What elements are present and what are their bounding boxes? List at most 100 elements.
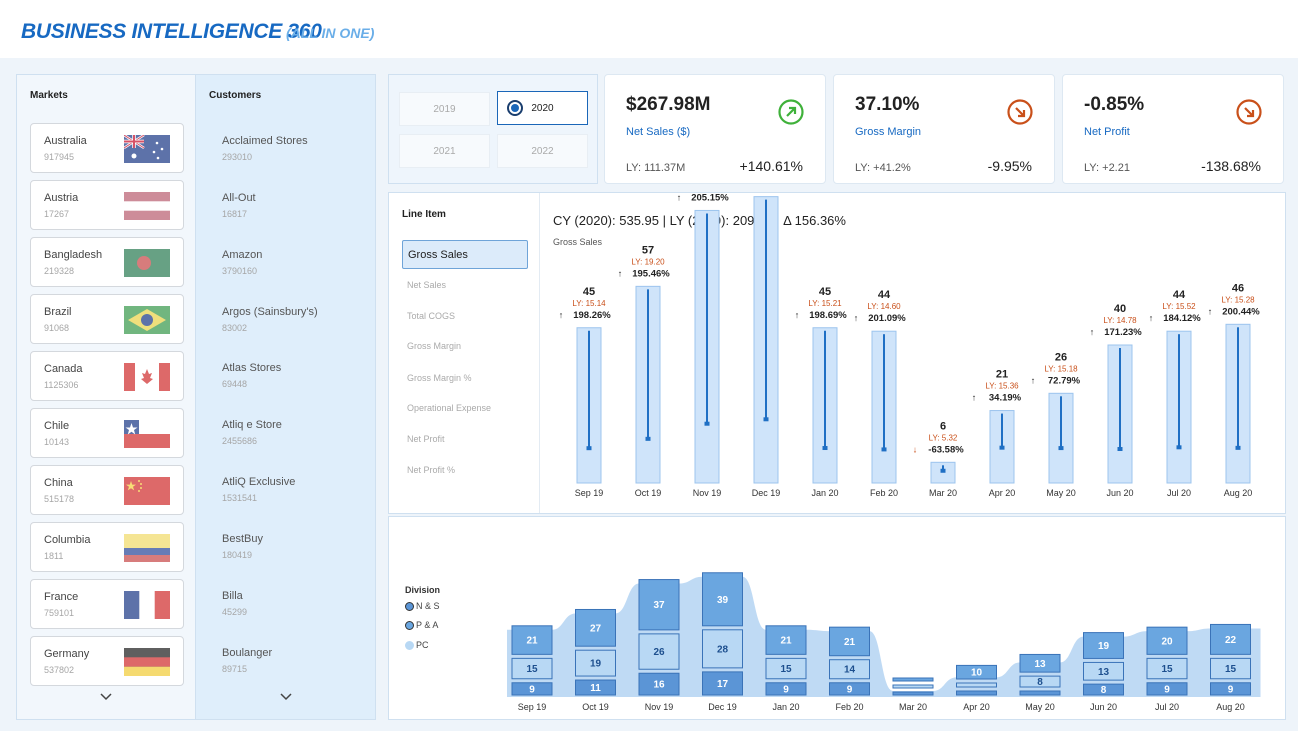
bar-value-label: 21 — [996, 369, 1008, 381]
customer-value: 83002 — [222, 323, 248, 333]
customer-value: 293010 — [222, 152, 253, 162]
ly-marker — [1235, 445, 1241, 450]
market-name: France — [44, 591, 79, 603]
year-button-2019[interactable]: 2019 — [399, 92, 490, 126]
bar-value-label: 46 — [1232, 282, 1244, 294]
market-item-bangladesh[interactable]: Bangladesh 219328 — [30, 237, 184, 287]
customer-item[interactable]: AtliQ Exclusive 1531541 — [222, 476, 295, 503]
market-value: 759101 — [44, 608, 75, 618]
segment-label: 22 — [1225, 635, 1237, 646]
market-item-canada[interactable]: Canada 1125306 — [30, 351, 184, 401]
x-tick-label: Jun 20 — [1106, 488, 1133, 498]
kpi-delta: +140.61% — [739, 158, 803, 174]
market-name: Bangladesh — [44, 249, 103, 261]
customer-value: 16817 — [222, 209, 248, 219]
kpi-card-net-sales[interactable]: $267.98M Net Sales ($) LY: 111.37M +140.… — [604, 74, 826, 184]
customer-name: BestBuy — [222, 533, 263, 545]
market-item-france[interactable]: France 759101 — [30, 579, 184, 629]
arrow-up-icon: ↑ — [1149, 313, 1154, 323]
x-tick-label: Mar 20 — [899, 702, 927, 712]
ly-marker — [1176, 445, 1182, 450]
segment-label: 13 — [1098, 667, 1110, 678]
customer-item[interactable]: Billa 45299 — [222, 590, 247, 617]
market-value: 1125306 — [44, 380, 79, 390]
customer-item[interactable]: All-Out 16817 — [222, 192, 256, 219]
segment-label: 16 — [653, 680, 665, 691]
year-button-2020[interactable]: 2020 — [497, 91, 588, 125]
customer-item[interactable]: Atlas Stores 69448 — [222, 362, 281, 389]
market-item-germany[interactable]: Germany 537802 — [30, 636, 184, 686]
customers-heading: Customers — [209, 90, 262, 101]
segment-label: 11 — [590, 683, 601, 694]
market-item-chile[interactable]: Chile 10143 — [30, 408, 184, 458]
arrow-down-right-icon — [1236, 99, 1262, 125]
customer-item[interactable]: Amazon 3790160 — [222, 249, 262, 276]
bar-value-label: 45 — [819, 286, 831, 298]
segment-label: 13 — [1034, 659, 1046, 670]
segment-label: 9 — [783, 684, 789, 695]
arrow-up-icon: ↑ — [559, 310, 564, 320]
market-name: Germany — [44, 648, 90, 660]
arrow-up-icon: ↑ — [795, 310, 800, 320]
x-tick-label: Jan 20 — [772, 702, 799, 712]
market-name: Columbia — [44, 534, 91, 546]
market-item-china[interactable]: China 515178 — [30, 465, 184, 515]
bar-value-label: 26 — [1055, 351, 1067, 363]
arrow-up-icon: ↑ — [1031, 375, 1036, 385]
segment-label: 39 — [717, 595, 729, 606]
market-item-columbia[interactable]: Columbia 1811 — [30, 522, 184, 572]
customer-value: 2455686 — [222, 436, 258, 446]
customer-name: Atliq e Store — [222, 419, 282, 431]
customer-item[interactable]: Acclaimed Stores 293010 — [222, 135, 308, 162]
segment-pc — [892, 691, 934, 696]
x-tick-label: Dec 19 — [752, 488, 781, 498]
ly-marker — [822, 446, 828, 451]
segment-label: 28 — [717, 644, 729, 655]
ly-marker — [1058, 446, 1064, 451]
market-item-austria[interactable]: Austria 17267 — [30, 180, 184, 230]
market-value: 219328 — [44, 266, 75, 276]
segment-label: 21 — [780, 636, 792, 647]
customer-item[interactable]: Atliq e Store 2455686 — [222, 419, 282, 446]
change-label: 184.12% — [1163, 313, 1201, 324]
change-label: 72.79% — [1048, 375, 1081, 386]
arrow-up-icon: ↑ — [854, 313, 859, 323]
customer-item[interactable]: Argos (Sainsbury's) 83002 — [222, 306, 318, 333]
chevron-down-icon[interactable] — [99, 689, 113, 707]
change-label: 198.69% — [809, 310, 847, 321]
year-button-2022[interactable]: 2022 — [497, 134, 588, 168]
x-tick-label: Aug 20 — [1224, 488, 1253, 498]
kpi-last-year: LY: +41.2% — [855, 162, 911, 174]
ly-marker — [881, 447, 887, 452]
market-item-brazil[interactable]: Brazil 91068 — [30, 294, 184, 344]
customer-name: Amazon — [222, 249, 263, 261]
arrow-down-icon: ↓ — [913, 444, 918, 454]
change-label: 171.23% — [1104, 327, 1142, 338]
kpi-label: Net Profit — [1084, 126, 1130, 138]
segment-label: 19 — [590, 659, 602, 670]
segment-pc — [956, 690, 997, 696]
kpi-card-gross-margin[interactable]: 37.10% Gross Margin LY: +41.2% -9.95% — [833, 74, 1055, 184]
market-value: 17267 — [44, 209, 70, 219]
flag-icon — [124, 192, 170, 220]
kpi-card-net-profit[interactable]: -0.85% Net Profit LY: +2.21 -138.68% — [1062, 74, 1284, 184]
arrow-up-icon: ↑ — [972, 393, 977, 403]
customer-item[interactable]: BestBuy 180419 — [222, 533, 263, 560]
market-value: 1811 — [44, 551, 64, 561]
change-label: 201.09% — [868, 313, 906, 324]
x-tick-label: Jun 20 — [1090, 702, 1117, 712]
dashboard-title: BUSINESS INTELLIGENCE 360 — [21, 20, 322, 43]
customer-item[interactable]: Boulanger 89715 — [222, 647, 272, 674]
chevron-down-icon[interactable] — [279, 689, 293, 707]
customer-name: Boulanger — [222, 647, 273, 659]
segment-label: 9 — [1228, 684, 1234, 695]
year-button-2021[interactable]: 2021 — [399, 134, 490, 168]
market-item-australia[interactable]: Australia 917945 — [30, 123, 184, 173]
market-value: 515178 — [44, 494, 75, 504]
segment-pc — [1019, 690, 1061, 696]
x-tick-label: May 20 — [1025, 702, 1055, 712]
change-label: 34.19% — [989, 393, 1022, 404]
x-tick-label: Feb 20 — [870, 488, 898, 498]
segment-label: 9 — [847, 684, 853, 695]
segment-label: 17 — [717, 679, 729, 690]
